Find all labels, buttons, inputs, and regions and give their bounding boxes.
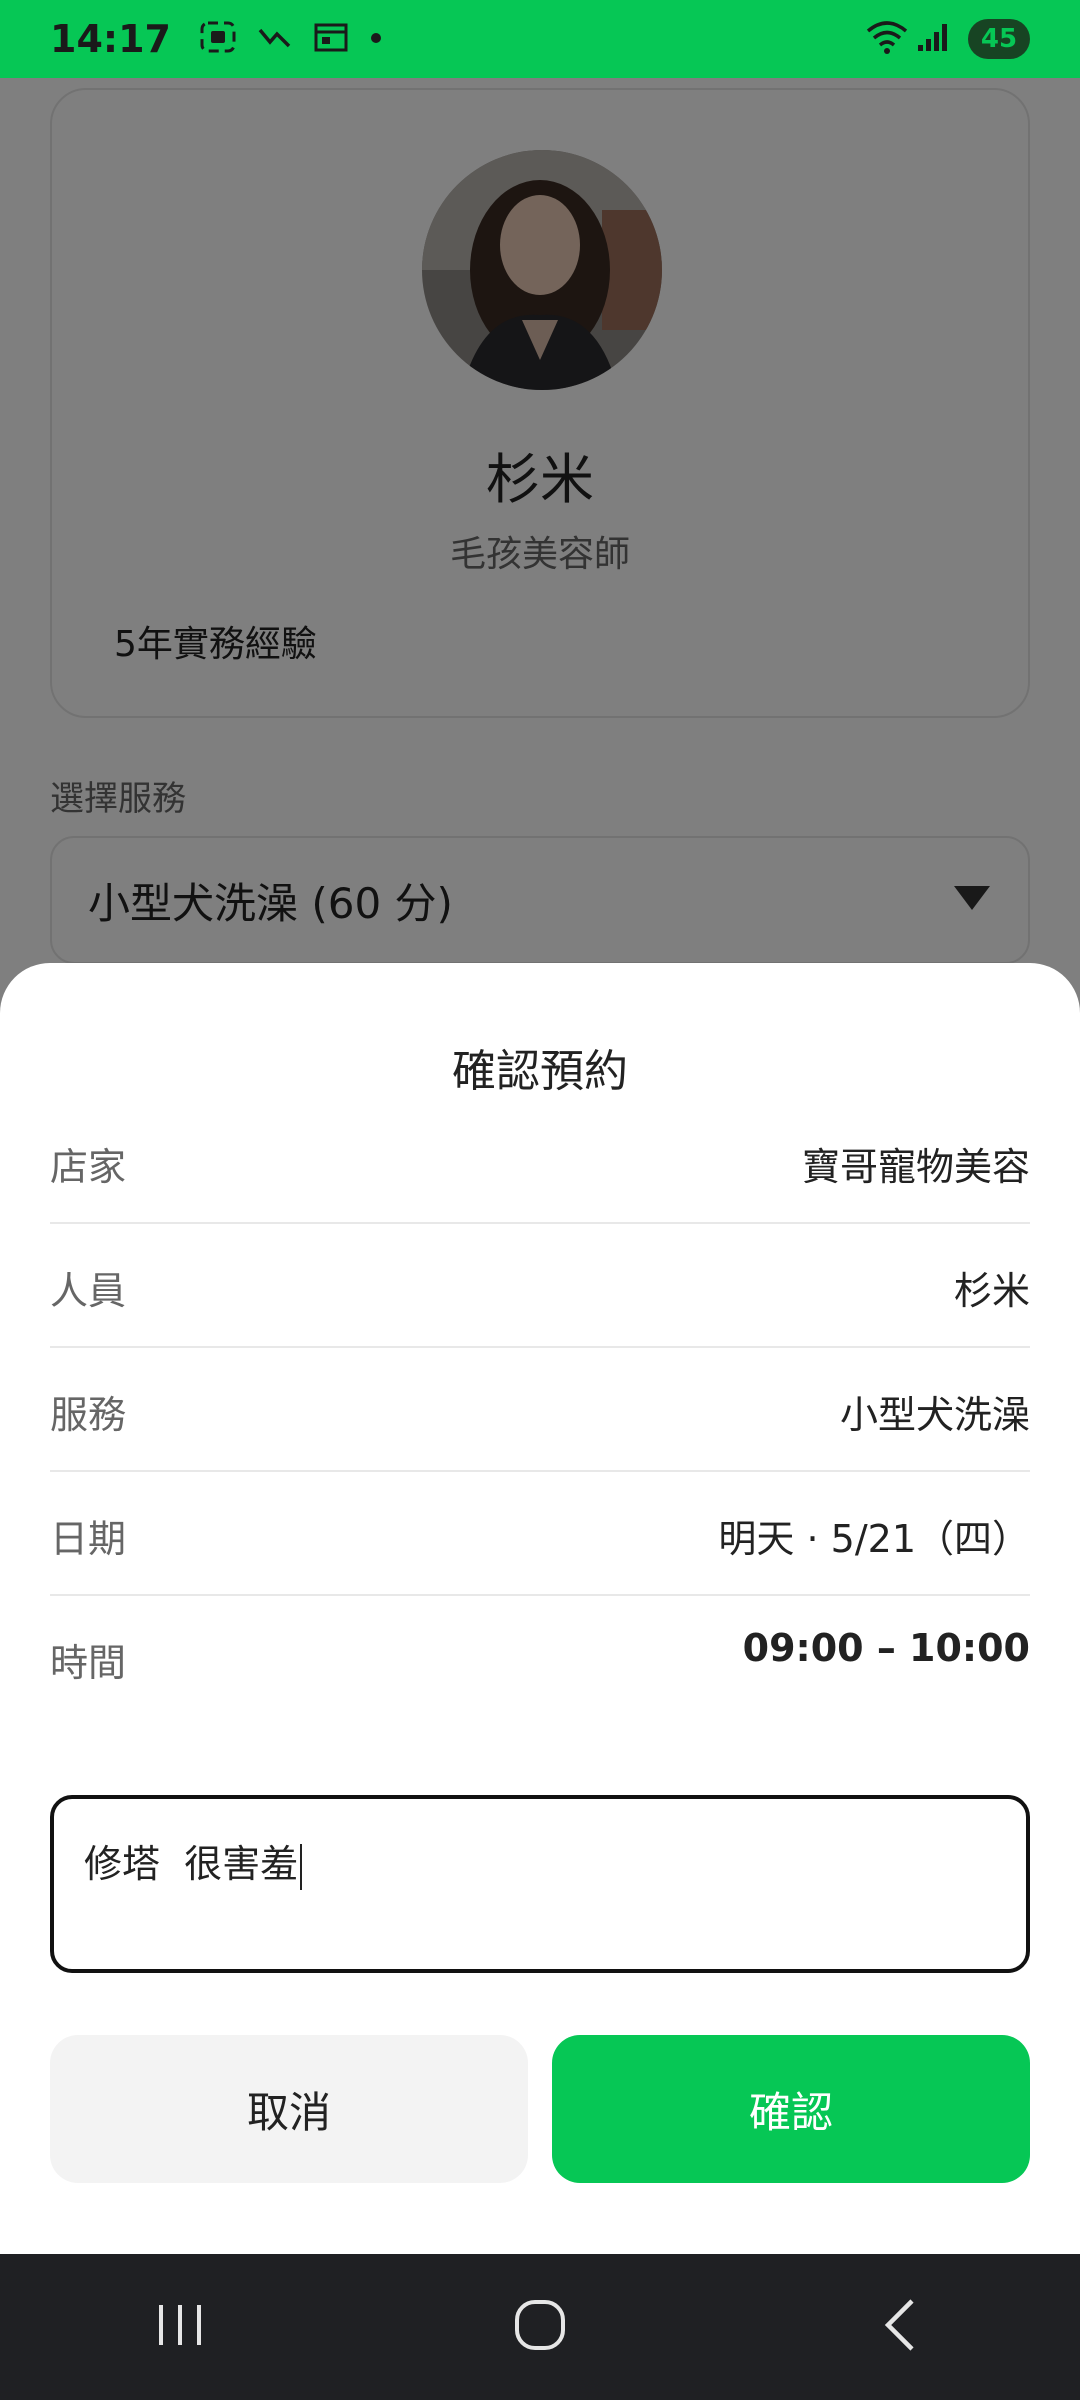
sheet-title: 確認預約 [452, 1046, 628, 1097]
detail-row-service: 服務 小型犬洗澡 [50, 1348, 1030, 1472]
detail-row-date: 日期 明天 · 5/21（四） [50, 1472, 1030, 1596]
confirm-booking-sheet: 確認預約 店家 寶哥寵物美容 人員 杉米 服務 小型犬洗澡 日期 明天 · 5/… [0, 963, 1080, 2254]
detail-value: 09:00 – 10:00 [742, 1626, 1030, 1670]
screenshot-icon [199, 20, 237, 58]
note-input-text: 修塔 很害羞 [84, 1842, 299, 1886]
calendar-icon [313, 21, 349, 57]
note-input[interactable]: 修塔 很害羞 [50, 1795, 1030, 1973]
detail-value: 明天 · 5/21（四） [718, 1517, 1030, 1561]
detail-value: 杉米 [953, 1269, 1030, 1313]
battery-level: 45 [980, 24, 1018, 54]
detail-label: 店家 [50, 1145, 127, 1189]
detail-row-time: 時間 09:00 – 10:00 [50, 1596, 1030, 1720]
back-icon [880, 2297, 920, 2357]
detail-label: 人員 [50, 1269, 127, 1313]
battery-icon: 45 [968, 19, 1030, 59]
status-bar: 14:17 45 [0, 0, 1080, 78]
detail-label: 時間 [50, 1641, 127, 1685]
confirm-button-label: 確認 [748, 2087, 833, 2137]
detail-row-staff: 人員 杉米 [50, 1224, 1030, 1348]
detail-value: 小型犬洗澡 [839, 1393, 1030, 1437]
recents-icon [155, 2300, 205, 2354]
wifi-icon [864, 19, 910, 59]
detail-value: 寶哥寵物美容 [801, 1145, 1030, 1189]
recents-button[interactable] [100, 2277, 260, 2377]
confirm-button[interactable]: 確認 [552, 2035, 1030, 2183]
cancel-button-label: 取消 [246, 2087, 331, 2137]
status-right: 45 [864, 19, 1030, 59]
home-button[interactable] [460, 2277, 620, 2377]
home-icon [513, 2298, 567, 2356]
system-nav-bar [0, 2254, 1080, 2400]
detail-row-store: 店家 寶哥寵物美容 [50, 1100, 1030, 1224]
cancel-button[interactable]: 取消 [50, 2035, 528, 2183]
back-button[interactable] [820, 2277, 980, 2377]
signal-icon [916, 21, 950, 57]
detail-label: 日期 [50, 1517, 127, 1561]
status-time: 14:17 [50, 17, 171, 61]
trend-icon [257, 22, 293, 56]
text-caret [300, 1843, 303, 1890]
notification-dot-icon [369, 30, 383, 49]
detail-label: 服務 [50, 1393, 127, 1437]
